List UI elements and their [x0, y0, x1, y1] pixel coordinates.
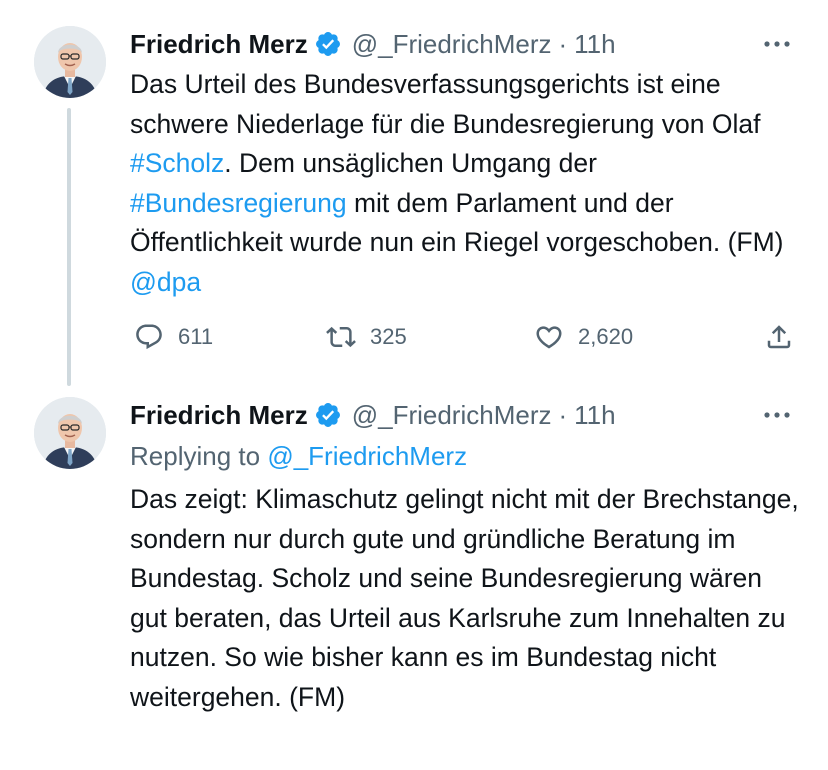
- retweet-count: 325: [370, 324, 407, 349]
- more-options-icon[interactable]: [762, 397, 792, 433]
- text-segment: . Dem unsäglichen Umgang der: [224, 148, 597, 178]
- verified-badge-icon: [314, 30, 342, 58]
- replying-to: Replying to @_FriedrichMerz: [130, 438, 467, 474]
- tweet[interactable]: Friedrich Merz @_FriedrichMerz · 11h Das…: [0, 0, 828, 394]
- tweet[interactable]: Friedrich Merz @_FriedrichMerz · 11h Rep…: [0, 394, 828, 770]
- reply-icon: [136, 324, 162, 350]
- separator-dot: ·: [558, 400, 568, 430]
- tweet-header: Friedrich Merz @_FriedrichMerz · 11h: [130, 397, 616, 433]
- like-icon: [536, 326, 562, 349]
- timestamp[interactable]: 11h: [574, 26, 615, 62]
- tweet-header: Friedrich Merz @_FriedrichMerz · 11h: [130, 26, 616, 62]
- separator-dot: ·: [558, 29, 568, 59]
- tweet-text: Das Urteil des Bundesverfassungsgerichts…: [130, 65, 800, 302]
- author-handle[interactable]: @_FriedrichMerz: [352, 26, 552, 62]
- retweet-icon: [326, 326, 356, 348]
- author-name[interactable]: Friedrich Merz: [130, 26, 308, 62]
- retweet-button[interactable]: 325: [326, 317, 407, 357]
- reply-button[interactable]: 611: [134, 317, 213, 357]
- avatar[interactable]: [34, 26, 106, 98]
- tweet-text: Das zeigt: Klimaschutz gelingt nicht mit…: [130, 484, 799, 712]
- hashtag-link[interactable]: #Scholz: [130, 148, 224, 178]
- author-name[interactable]: Friedrich Merz: [130, 397, 308, 433]
- timestamp[interactable]: 11h: [574, 397, 615, 433]
- verified-badge-icon: [314, 401, 342, 429]
- text-segment: Das Urteil des Bundesverfassungsgerichts…: [130, 69, 761, 139]
- action-bar: 611 325 2,620: [130, 317, 800, 357]
- hashtag-link[interactable]: #Bundesregierung: [130, 188, 347, 218]
- mention-link[interactable]: @dpa: [130, 267, 201, 297]
- author-handle[interactable]: @_FriedrichMerz: [352, 397, 552, 433]
- avatar[interactable]: [34, 397, 106, 469]
- more-options-icon[interactable]: [762, 26, 792, 62]
- share-button[interactable]: [764, 317, 794, 357]
- share-icon: [767, 325, 791, 349]
- replying-to-mention[interactable]: @_FriedrichMerz: [267, 441, 467, 471]
- thread-line: [67, 108, 71, 386]
- like-count: 2,620: [578, 324, 634, 349]
- reply-count: 611: [178, 324, 214, 349]
- replying-label: Replying to: [130, 441, 261, 471]
- like-button[interactable]: 2,620: [534, 317, 633, 357]
